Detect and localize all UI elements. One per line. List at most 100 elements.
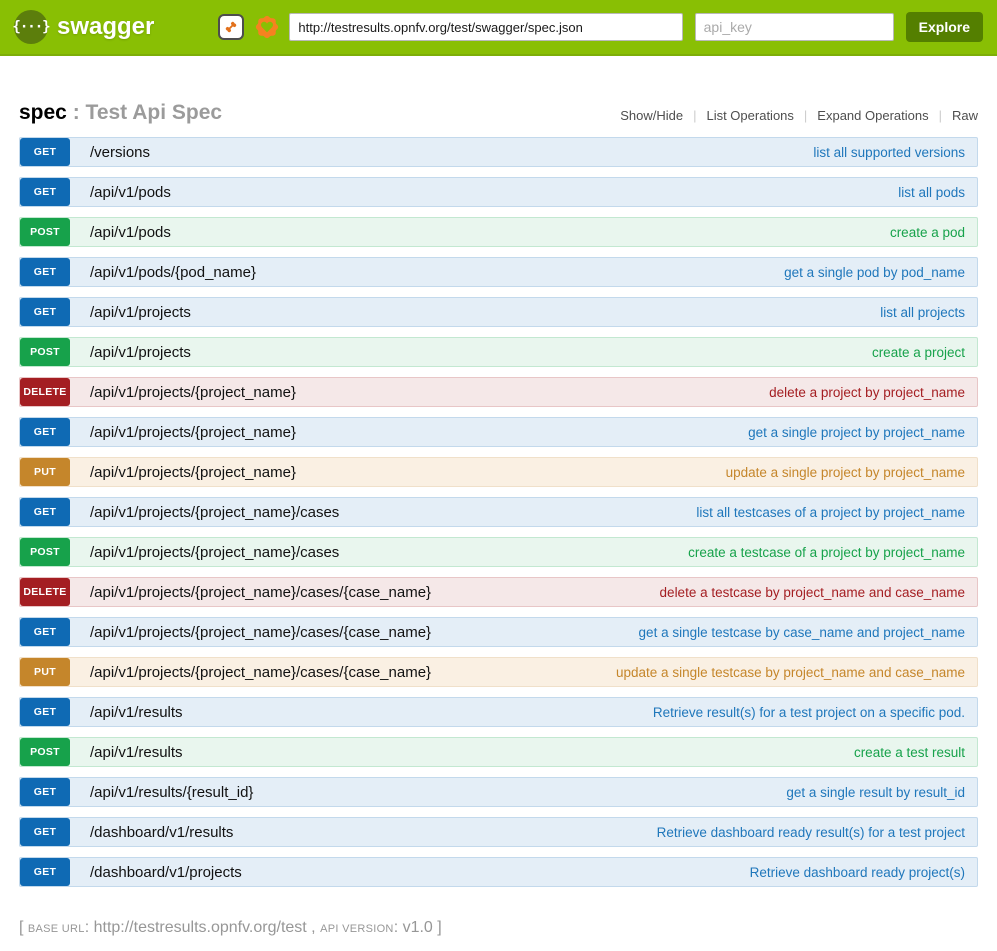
endpoint-row[interactable]: POST /api/v1/pods create a pod [19, 217, 978, 247]
http-method-badge: GET [20, 298, 70, 326]
endpoint-summary[interactable]: delete a testcase by project_name and ca… [660, 578, 977, 606]
endpoint-row[interactable]: GET /api/v1/projects/{project_name}/case… [19, 617, 978, 647]
endpoint-summary[interactable]: delete a project by project_name [769, 378, 977, 406]
http-method-badge: PUT [20, 658, 70, 686]
endpoint-path[interactable]: /api/v1/pods [90, 218, 171, 246]
endpoint-path[interactable]: /api/v1/projects/{project_name}/cases [90, 538, 339, 566]
endpoint-summary[interactable]: get a single project by project_name [748, 418, 977, 446]
footer-comma: , [307, 919, 320, 936]
api-description: Test Api Spec [86, 101, 223, 124]
endpoint-summary[interactable]: update a single project by project_name [726, 458, 977, 486]
endpoint-summary[interactable]: get a single testcase by case_name and p… [639, 618, 977, 646]
brand-name: swagger [57, 13, 154, 41]
endpoint-summary[interactable]: list all pods [898, 178, 977, 206]
footer-colon: : [85, 919, 94, 936]
endpoint-summary[interactable]: get a single pod by pod_name [784, 258, 977, 286]
endpoint-path[interactable]: /dashboard/v1/projects [90, 858, 242, 886]
bone-icon [223, 19, 239, 35]
endpoint-path[interactable]: /api/v1/results [90, 698, 183, 726]
endpoint-path[interactable]: /api/v1/projects/{project_name}/cases [90, 498, 339, 526]
endpoint-summary[interactable]: create a project [872, 338, 977, 366]
http-method-badge: DELETE [20, 378, 70, 406]
endpoint-path[interactable]: /api/v1/projects [90, 338, 191, 366]
endpoint-summary[interactable]: Retrieve dashboard ready result(s) for a… [657, 818, 977, 846]
api-version-label: api version [320, 923, 394, 935]
endpoint-summary[interactable]: Retrieve result(s) for a test project on… [653, 698, 977, 726]
spec-url-input[interactable] [289, 13, 682, 41]
endpoint-summary[interactable]: update a single testcase by project_name… [616, 658, 977, 686]
page-title: spec : Test Api Spec [19, 101, 222, 125]
base-url-label: base url [28, 923, 85, 935]
endpoint-path[interactable]: /api/v1/pods [90, 178, 171, 206]
endpoint-summary[interactable]: list all projects [880, 298, 977, 326]
endpoint-path[interactable]: /api/v1/projects/{project_name}/cases/{c… [90, 618, 431, 646]
endpoint-row[interactable]: POST /api/v1/projects/{project_name}/cas… [19, 537, 978, 567]
http-method-badge: GET [20, 418, 70, 446]
toolbar-divider: | [693, 108, 696, 123]
explore-button[interactable]: Explore [906, 12, 983, 42]
list-operations-link[interactable]: List Operations [706, 108, 793, 123]
footer-colon: : [394, 919, 403, 936]
http-method-badge: GET [20, 818, 70, 846]
endpoint-row[interactable]: POST /api/v1/projects create a project [19, 337, 978, 367]
toolbar-divider: | [804, 108, 807, 123]
footer-bracket: ] [433, 919, 442, 936]
http-method-badge: PUT [20, 458, 70, 486]
toolbar-divider: | [939, 108, 942, 123]
operations-toolbar: Show/Hide | List Operations | Expand Ope… [620, 108, 978, 125]
endpoint-row[interactable]: GET /versions list all supported version… [19, 137, 978, 167]
endpoint-row[interactable]: POST /api/v1/results create a test resul… [19, 737, 978, 767]
base-url-value: http://testresults.opnfv.org/test [94, 919, 307, 936]
endpoint-summary[interactable]: create a pod [890, 218, 977, 246]
endpoint-row[interactable]: GET /api/v1/results/{result_id} get a si… [19, 777, 978, 807]
endpoint-row[interactable]: PUT /api/v1/projects/{project_name}/case… [19, 657, 978, 687]
http-method-badge: GET [20, 178, 70, 206]
endpoint-summary[interactable]: list all testcases of a project by proje… [696, 498, 977, 526]
gear-heart-icon [253, 13, 281, 41]
endpoint-path[interactable]: /api/v1/results [90, 738, 183, 766]
endpoint-path[interactable]: /api/v1/projects/{project_name} [90, 418, 296, 446]
endpoint-row[interactable]: GET /api/v1/results Retrieve result(s) f… [19, 697, 978, 727]
endpoint-summary[interactable]: create a test result [854, 738, 977, 766]
endpoint-row[interactable]: GET /api/v1/projects/{project_name}/case… [19, 497, 978, 527]
endpoint-row[interactable]: DELETE /api/v1/projects/{project_name}/c… [19, 577, 978, 607]
endpoint-summary[interactable]: Retrieve dashboard ready project(s) [750, 858, 977, 886]
endpoint-row[interactable]: GET /api/v1/pods list all pods [19, 177, 978, 207]
top-navbar: {···} swagger [0, 0, 997, 56]
endpoint-path[interactable]: /api/v1/projects/{project_name} [90, 378, 296, 406]
bone-link-button[interactable] [218, 14, 244, 40]
endpoint-row[interactable]: GET /api/v1/projects/{project_name} get … [19, 417, 978, 447]
footer-bracket: [ [19, 919, 28, 936]
endpoint-row[interactable]: DELETE /api/v1/projects/{project_name} d… [19, 377, 978, 407]
endpoint-path[interactable]: /api/v1/projects/{project_name}/cases/{c… [90, 578, 431, 606]
endpoint-summary[interactable]: create a testcase of a project by projec… [688, 538, 977, 566]
endpoint-row[interactable]: PUT /api/v1/projects/{project_name} upda… [19, 457, 978, 487]
swagger-brand[interactable]: {···} swagger [14, 10, 154, 44]
endpoint-path[interactable]: /api/v1/results/{result_id} [90, 778, 253, 806]
raw-link[interactable]: Raw [952, 108, 978, 123]
endpoint-row[interactable]: GET /dashboard/v1/projects Retrieve dash… [19, 857, 978, 887]
endpoint-list: GET /versions list all supported version… [0, 137, 997, 887]
endpoint-path[interactable]: /dashboard/v1/results [90, 818, 233, 846]
endpoint-row[interactable]: GET /api/v1/pods/{pod_name} get a single… [19, 257, 978, 287]
swagger-logo-icon: {···} [14, 10, 48, 44]
http-method-badge: POST [20, 538, 70, 566]
http-method-badge: GET [20, 498, 70, 526]
http-method-badge: GET [20, 698, 70, 726]
endpoint-path[interactable]: /api/v1/pods/{pod_name} [90, 258, 256, 286]
endpoint-summary[interactable]: get a single result by result_id [786, 778, 977, 806]
endpoint-path[interactable]: /api/v1/projects [90, 298, 191, 326]
http-method-badge: POST [20, 218, 70, 246]
endpoint-path[interactable]: /api/v1/projects/{project_name} [90, 458, 296, 486]
endpoint-path[interactable]: /versions [90, 138, 150, 166]
show-hide-link[interactable]: Show/Hide [620, 108, 683, 123]
endpoint-summary[interactable]: list all supported versions [813, 138, 977, 166]
endpoint-row[interactable]: GET /api/v1/projects list all projects [19, 297, 978, 327]
http-method-badge: GET [20, 778, 70, 806]
expand-operations-link[interactable]: Expand Operations [817, 108, 928, 123]
api-key-input[interactable] [695, 13, 894, 41]
endpoint-path[interactable]: /api/v1/projects/{project_name}/cases/{c… [90, 658, 431, 686]
http-method-badge: GET [20, 618, 70, 646]
endpoint-row[interactable]: GET /dashboard/v1/results Retrieve dashb… [19, 817, 978, 847]
http-method-badge: POST [20, 338, 70, 366]
